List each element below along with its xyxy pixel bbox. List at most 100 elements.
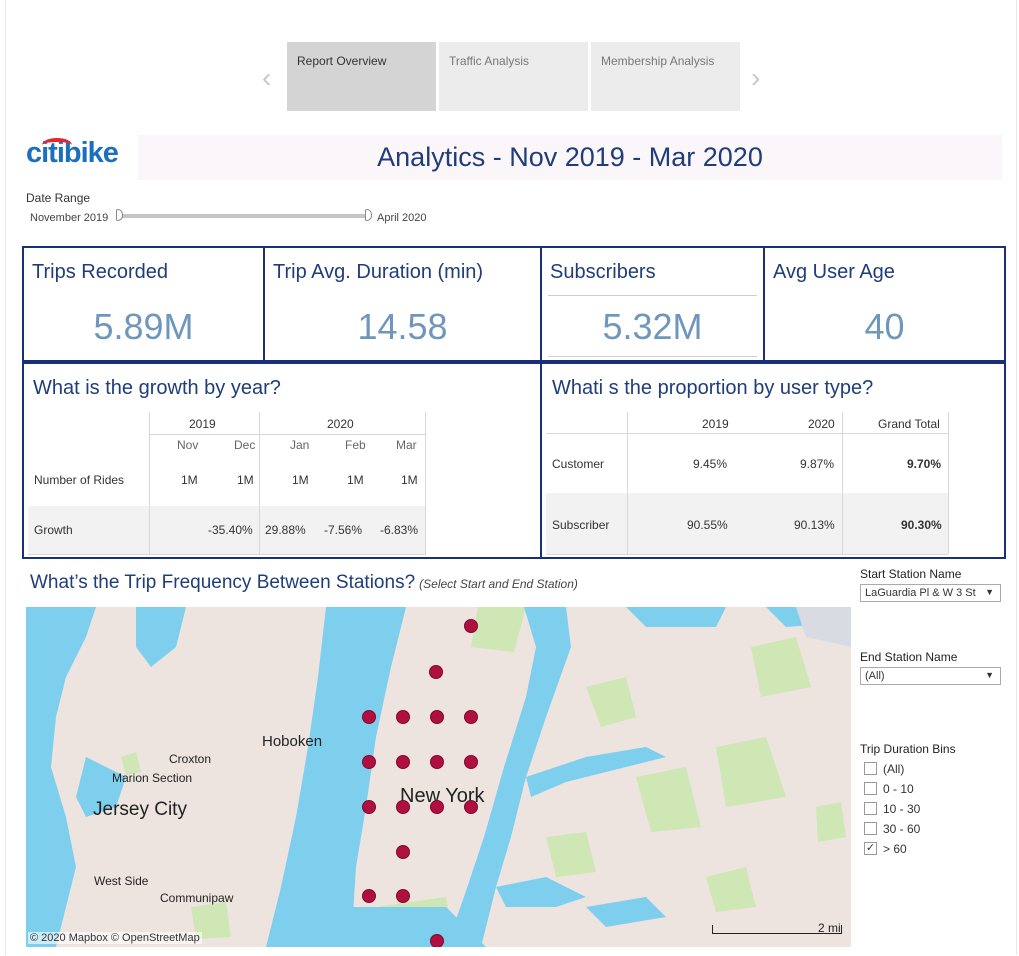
- station-marker[interactable]: [429, 665, 443, 679]
- divider: [548, 295, 757, 296]
- station-marker[interactable]: [396, 845, 410, 859]
- table-cell: 1M: [237, 473, 254, 487]
- station-marker[interactable]: [396, 755, 410, 769]
- station-marker[interactable]: [396, 889, 410, 903]
- table-cell: 9.87%: [800, 457, 835, 471]
- column-header: Grand Total: [878, 417, 940, 431]
- divider: [150, 434, 426, 435]
- station-marker[interactable]: [430, 755, 444, 769]
- kpi-value: 14.58: [357, 306, 448, 347]
- station-marker[interactable]: [362, 800, 376, 814]
- map-label-communipaw: Communipaw: [160, 891, 234, 905]
- map-scale-label: 2 mi: [818, 921, 841, 935]
- row-label: Growth: [34, 523, 73, 537]
- logo-text-bike: bike: [63, 137, 119, 169]
- station-marker[interactable]: [362, 889, 376, 903]
- table-cell: 1M: [347, 473, 364, 487]
- station-marker[interactable]: [464, 755, 478, 769]
- next-page-arrow[interactable]: ›: [751, 64, 760, 92]
- bin-label: 0 - 10: [883, 781, 914, 796]
- table-cell: 1M: [181, 473, 198, 487]
- growth-panel: What is the growth by year? 2019 2020 No…: [22, 362, 542, 559]
- divider: [546, 554, 948, 555]
- table-cell: 1M: [401, 473, 418, 487]
- table-cell-total: 9.70%: [907, 457, 942, 471]
- checkbox-checked[interactable]: ✓: [864, 842, 877, 856]
- table-cell: 90.55%: [687, 518, 728, 532]
- station-marker[interactable]: [430, 934, 444, 947]
- start-station-select[interactable]: LaGuardia Pl & W 3 St ▼: [860, 584, 1001, 602]
- tab-membership-analysis[interactable]: Membership Analysis: [591, 42, 740, 111]
- table-cell: 9.45%: [693, 457, 728, 471]
- table-cell: -35.40%: [208, 523, 253, 537]
- checkbox[interactable]: [864, 782, 877, 796]
- map-attribution[interactable]: © 2020 Mapbox © OpenStreetMap: [28, 932, 202, 944]
- station-marker[interactable]: [430, 710, 444, 724]
- map-label-hoboken: Hoboken: [262, 733, 323, 750]
- station-marker[interactable]: [396, 800, 410, 814]
- date-range-label: Date Range: [26, 191, 91, 205]
- row-label: Number of Rides: [34, 473, 125, 487]
- station-marker[interactable]: [362, 710, 376, 724]
- date-range-start: November 2019: [30, 212, 109, 224]
- kpi-value: 40: [864, 306, 905, 347]
- station-marker[interactable]: [464, 710, 478, 724]
- bin-option-10-30[interactable]: 10 - 30: [864, 801, 920, 817]
- bin-option-all[interactable]: (All): [864, 761, 904, 777]
- chevron-down-icon: ▼: [985, 670, 994, 680]
- kpi-title: Trips Recorded: [32, 261, 168, 283]
- divider: [948, 412, 949, 554]
- checkbox[interactable]: [864, 802, 877, 816]
- bin-label: (All): [883, 761, 905, 776]
- map-label-west-side: West Side: [94, 874, 149, 888]
- date-range-slider[interactable]: [120, 214, 370, 218]
- tab-traffic-analysis[interactable]: Traffic Analysis: [439, 42, 588, 111]
- logo-arc: [42, 138, 72, 152]
- column-header: 2020: [808, 417, 835, 431]
- kpi-title: Subscribers: [550, 261, 656, 283]
- kpi-title: Trip Avg. Duration (min): [273, 261, 484, 283]
- bin-label: 10 - 30: [883, 801, 921, 816]
- station-marker[interactable]: [464, 800, 478, 814]
- citibike-logo: citibike: [26, 137, 128, 179]
- month-header: Mar: [396, 438, 417, 452]
- column-header: 2019: [702, 417, 729, 431]
- map-label-marion-section: Marion Section: [112, 771, 193, 785]
- station-marker[interactable]: [362, 755, 376, 769]
- divider: [548, 356, 757, 357]
- checkbox[interactable]: [864, 762, 877, 776]
- station-marker[interactable]: [464, 619, 478, 633]
- table-cell: 90.13%: [794, 518, 835, 532]
- bin-option-over-60[interactable]: ✓ > 60: [864, 841, 907, 857]
- trip-duration-bins-label: Trip Duration Bins: [860, 742, 956, 756]
- month-header: Feb: [345, 438, 366, 452]
- bin-option-0-10[interactable]: 0 - 10: [864, 781, 914, 797]
- page-title: Analytics - Nov 2019 - Mar 2020: [138, 135, 1002, 180]
- growth-title: What is the growth by year?: [33, 377, 281, 399]
- bin-option-30-60[interactable]: 30 - 60: [864, 821, 920, 837]
- station-marker[interactable]: [396, 710, 410, 724]
- table-cell: 29.88%: [265, 523, 306, 537]
- station-map[interactable]: Hoboken Croxton Marion Section Jersey Ci…: [26, 607, 851, 947]
- end-station-value: (All): [865, 670, 885, 682]
- table-cell: -6.83%: [380, 523, 419, 537]
- map-title-text: What’s the Trip Frequency Between Statio…: [30, 572, 416, 593]
- map-label-croxton: Croxton: [169, 752, 212, 766]
- month-header: Nov: [177, 438, 199, 452]
- checkbox[interactable]: [864, 822, 877, 836]
- table-cell: 1M: [292, 473, 309, 487]
- station-marker[interactable]: [430, 800, 444, 814]
- date-range-end: April 2020: [377, 212, 427, 224]
- bin-label: > 60: [883, 841, 907, 856]
- row-label: Subscriber: [552, 518, 610, 532]
- map-subtitle: (Select Start and End Station): [419, 577, 578, 591]
- divider: [546, 433, 948, 434]
- year-header: 2020: [327, 417, 354, 431]
- proportion-panel: Whati s the proportion by user type? 201…: [540, 362, 1006, 559]
- proportion-title: Whati s the proportion by user type?: [552, 377, 874, 399]
- kpi-value: 5.32M: [602, 306, 703, 347]
- tab-report-overview[interactable]: Report Overview: [287, 42, 436, 111]
- end-station-select[interactable]: (All) ▼: [860, 667, 1001, 685]
- prev-page-arrow[interactable]: ‹: [262, 64, 271, 92]
- year-header: 2019: [189, 417, 216, 431]
